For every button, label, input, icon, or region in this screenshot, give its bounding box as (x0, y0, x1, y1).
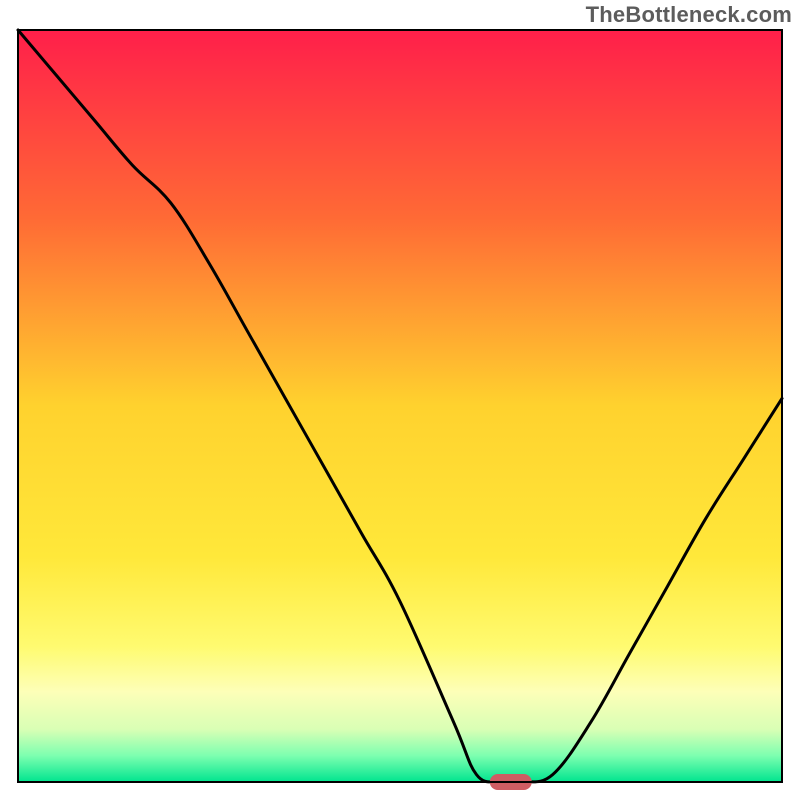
bottleneck-chart (0, 0, 800, 800)
plot-background (18, 30, 782, 782)
chart-container: TheBottleneck.com (0, 0, 800, 800)
watermark-text: TheBottleneck.com (586, 2, 792, 28)
